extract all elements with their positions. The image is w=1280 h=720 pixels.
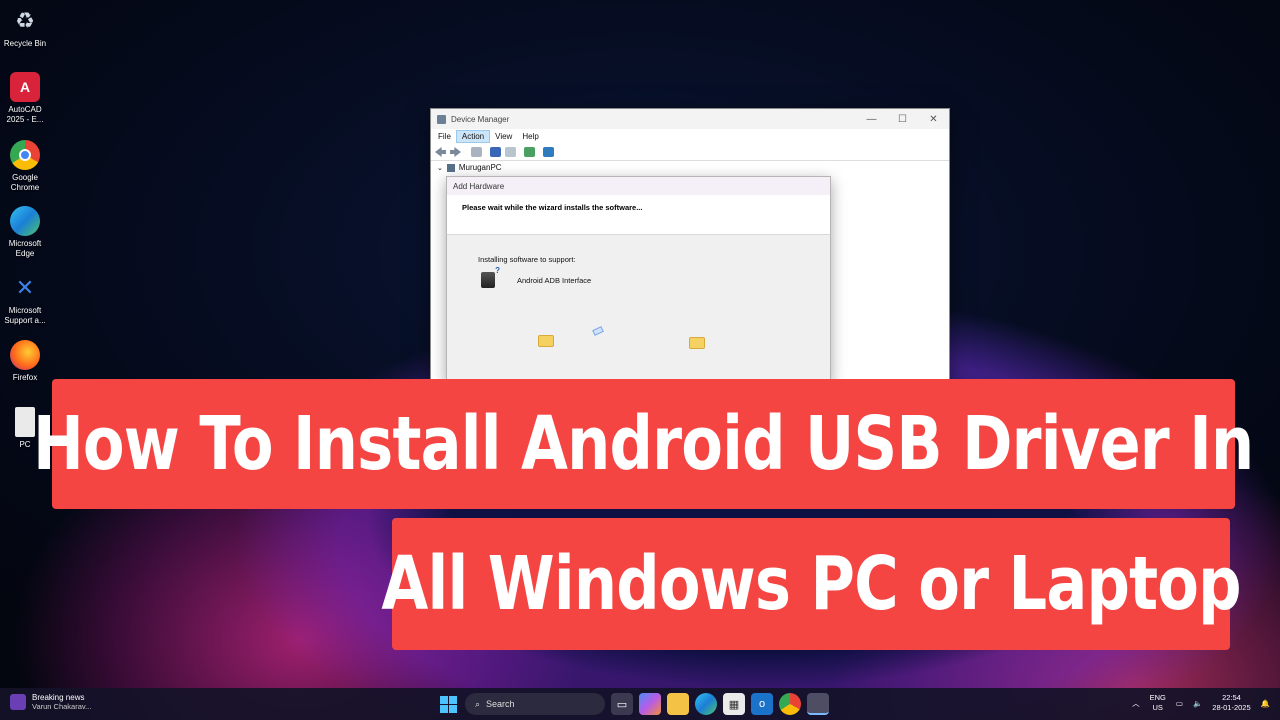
chrome-icon <box>10 140 40 170</box>
desktop-icon-edge[interactable]: Microsoft Edge <box>0 206 50 259</box>
title-line2: All Windows PC or Laptop <box>381 541 1241 627</box>
menu-bar: File Action View Help <box>431 129 949 144</box>
volume-icon[interactable]: 🔈 <box>1193 699 1202 708</box>
close-button[interactable]: ✕ <box>918 114 949 125</box>
windows-logo-tile <box>439 704 448 713</box>
device-row: Android ADB Interface <box>481 266 592 288</box>
taskbar-center: ⌕ Search ▭ ▦ o <box>437 693 829 715</box>
computer-icon <box>446 163 455 172</box>
desktop-icon-ms-support[interactable]: ✕ Microsoft Support a... <box>0 273 50 326</box>
edge-icon[interactable] <box>695 693 717 715</box>
language-indicator[interactable]: ENG US <box>1150 693 1166 713</box>
windows-logo-tile <box>448 704 457 713</box>
task-view-icon[interactable]: ▭ <box>611 693 633 715</box>
desktop-icon-firefox[interactable]: Firefox <box>0 340 50 383</box>
menu-file[interactable]: File <box>433 131 456 142</box>
window-title: Device Manager <box>451 114 510 124</box>
source-folder-icon <box>538 335 554 347</box>
taskbar-search[interactable]: ⌕ Search <box>465 693 605 715</box>
title-banner-line2: All Windows PC or Laptop <box>381 518 1242 650</box>
menu-view[interactable]: View <box>490 131 517 142</box>
title-banner-line1: How To Install Android USB Driver In <box>33 379 1255 509</box>
title-line1: How To Install Android USB Driver In <box>33 401 1254 487</box>
minimize-button[interactable]: — <box>856 114 887 125</box>
chevron-up-icon[interactable]: ︿ <box>1132 698 1140 709</box>
firefox-icon <box>10 340 40 370</box>
search-placeholder: Search <box>486 699 515 709</box>
scan-icon[interactable] <box>524 147 535 157</box>
copilot-icon[interactable] <box>639 693 661 715</box>
forward-icon[interactable] <box>450 147 461 157</box>
chrome-icon[interactable] <box>779 693 801 715</box>
destination-folder-icon <box>689 337 705 349</box>
taskbar: Breaking news Varun Chakarav... ⌕ Search… <box>0 688 1280 720</box>
store-icon[interactable]: ▦ <box>723 693 745 715</box>
help-icon[interactable] <box>490 147 501 157</box>
notification-bell-icon[interactable]: 🔔 <box>1261 699 1270 708</box>
installing-label: Installing software to support: <box>478 255 576 264</box>
outlook-icon[interactable]: o <box>751 693 773 715</box>
network-icon[interactable]: ▭ <box>1176 699 1183 708</box>
toolbar <box>431 144 949 161</box>
tools-icon: ✕ <box>15 275 35 300</box>
windows-logo-tile <box>448 695 457 704</box>
news-subtitle: Varun Chakarav... <box>32 702 92 711</box>
dialog-body: Installing software to support: Android … <box>447 235 830 383</box>
recycle-bin-icon: ♻ <box>15 8 35 33</box>
file-explorer-icon[interactable] <box>667 693 689 715</box>
flying-file-icon <box>592 326 604 336</box>
maximize-button[interactable]: ☐ <box>887 114 918 125</box>
device-manager-icon <box>437 114 446 124</box>
add-hardware-dialog: Add Hardware Please wait while the wizar… <box>446 176 831 383</box>
edge-icon <box>10 206 40 236</box>
properties-icon[interactable] <box>471 147 482 157</box>
device-manager-titlebar[interactable]: Device Manager — ☐ ✕ <box>431 109 949 129</box>
tree-root-label[interactable]: MuruganPC <box>459 163 502 172</box>
back-icon[interactable] <box>435 147 446 157</box>
news-widget[interactable]: Breaking news Varun Chakarav... <box>10 693 91 711</box>
news-icon <box>10 694 26 710</box>
start-button[interactable] <box>437 693 459 715</box>
windows-logo-tile <box>439 695 448 704</box>
device-name: Android ADB Interface <box>517 275 592 285</box>
unknown-device-icon <box>481 266 500 288</box>
dialog-heading: Please wait while the wizard installs th… <box>447 195 830 235</box>
menu-help[interactable]: Help <box>517 131 543 142</box>
desktop-icon-chrome[interactable]: Google Chrome <box>0 140 50 193</box>
monitor-icon[interactable] <box>543 147 554 157</box>
device-tree: ⌄ MuruganPC <box>431 161 949 174</box>
clock[interactable]: 22:54 28-01-2025 <box>1212 693 1250 713</box>
autocad-icon: A <box>10 72 40 102</box>
desktop-icon-recycle-bin[interactable]: ♻ Recycle Bin <box>0 6 50 49</box>
desktop-icon-autocad[interactable]: A AutoCAD 2025 - E... <box>0 72 50 125</box>
device-manager-taskbar-icon[interactable] <box>807 693 829 715</box>
search-icon: ⌕ <box>475 698 481 709</box>
chevron-down-icon[interactable]: ⌄ <box>437 164 443 172</box>
news-title: Breaking news <box>32 693 85 702</box>
menu-action[interactable]: Action <box>455 130 491 143</box>
system-tray: ︿ ENG US ▭ 🔈 22:54 28-01-2025 🔔 <box>1132 693 1270 713</box>
view-icon[interactable] <box>505 147 516 157</box>
dialog-title: Add Hardware <box>447 177 830 195</box>
